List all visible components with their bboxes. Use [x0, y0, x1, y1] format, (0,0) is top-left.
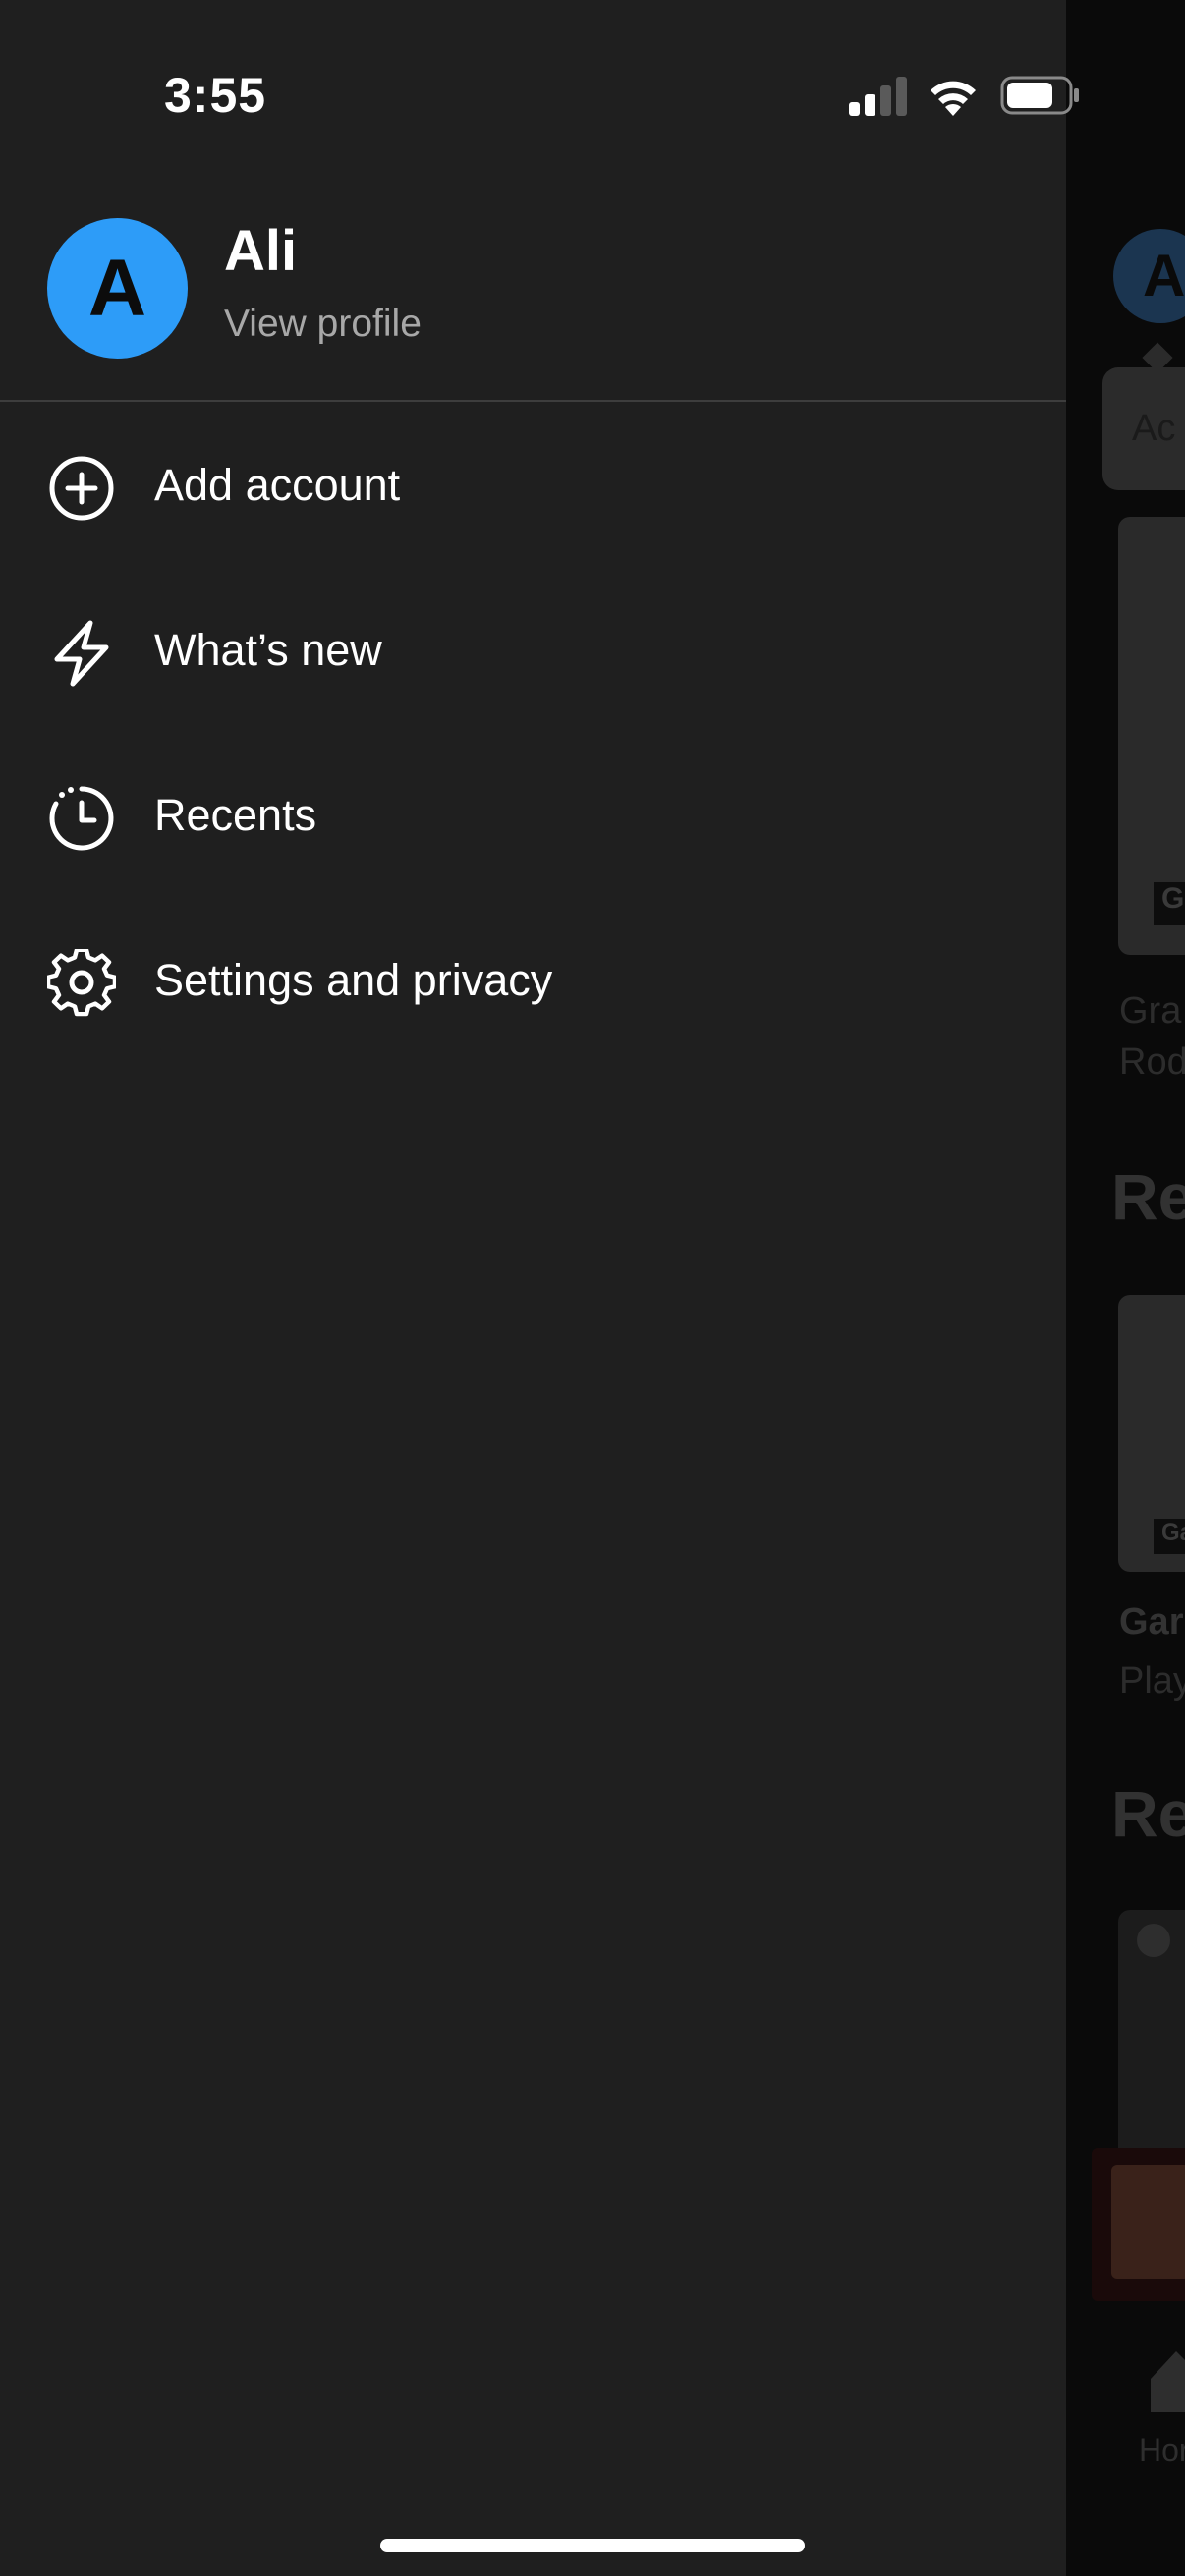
- mini-player-artwork: [1111, 2165, 1185, 2279]
- gear-icon: [47, 949, 116, 1017]
- card-title: Gar: [1119, 1601, 1184, 1643]
- card-tag: G: [1154, 882, 1185, 925]
- plus-circle-icon: [49, 456, 114, 521]
- avatar[interactable]: A: [47, 218, 188, 359]
- menu-item-label: What’s new: [154, 625, 382, 675]
- card-subtitle: Play: [1119, 1660, 1185, 1702]
- wifi-icon: [931, 81, 976, 116]
- home-icon: [1151, 2351, 1185, 2412]
- menu-item-add-account[interactable]: Add account: [0, 426, 1066, 544]
- menu-item-recents[interactable]: Recents: [0, 756, 1066, 874]
- background-tooltip: Ac: [1102, 367, 1185, 490]
- spotify-logo-icon: [1137, 1924, 1170, 1957]
- menu-item-label: Recents: [154, 790, 317, 840]
- nav-home-label: Hor: [1139, 2433, 1185, 2468]
- background-avatar: A: [1113, 229, 1185, 323]
- background-card: Ga: [1118, 1295, 1185, 1572]
- card-line: Rod: [1119, 1041, 1185, 1083]
- card-tag: Ga: [1154, 1519, 1185, 1554]
- card-line: Gra: [1119, 990, 1182, 1032]
- divider: [0, 400, 1066, 402]
- recents-clock-icon: [49, 786, 114, 851]
- lightning-icon: [54, 620, 109, 687]
- view-profile-link[interactable]: View profile: [224, 303, 422, 346]
- menu-item-settings-privacy[interactable]: Settings and privacy: [0, 922, 1066, 1039]
- battery-icon: [1000, 76, 1079, 115]
- home-indicator[interactable]: [380, 2539, 805, 2552]
- background-card: G: [1118, 517, 1185, 955]
- section-heading: Re: [1111, 1777, 1185, 1850]
- side-drawer: 3:55 A Ali View profile Add account What…: [0, 0, 1079, 2576]
- cellular-signal-icon: [849, 77, 907, 116]
- menu-item-whats-new[interactable]: What’s new: [0, 591, 1066, 709]
- background-home-screen[interactable]: A Ac G Gra Rod Re Ga Gar Play Re Hor: [1066, 0, 1185, 2576]
- menu-item-label: Add account: [154, 460, 401, 510]
- menu-item-label: Settings and privacy: [154, 955, 553, 1005]
- status-time: 3:55: [164, 68, 267, 123]
- profile-name[interactable]: Ali: [224, 218, 297, 284]
- section-heading: Re: [1111, 1160, 1185, 1233]
